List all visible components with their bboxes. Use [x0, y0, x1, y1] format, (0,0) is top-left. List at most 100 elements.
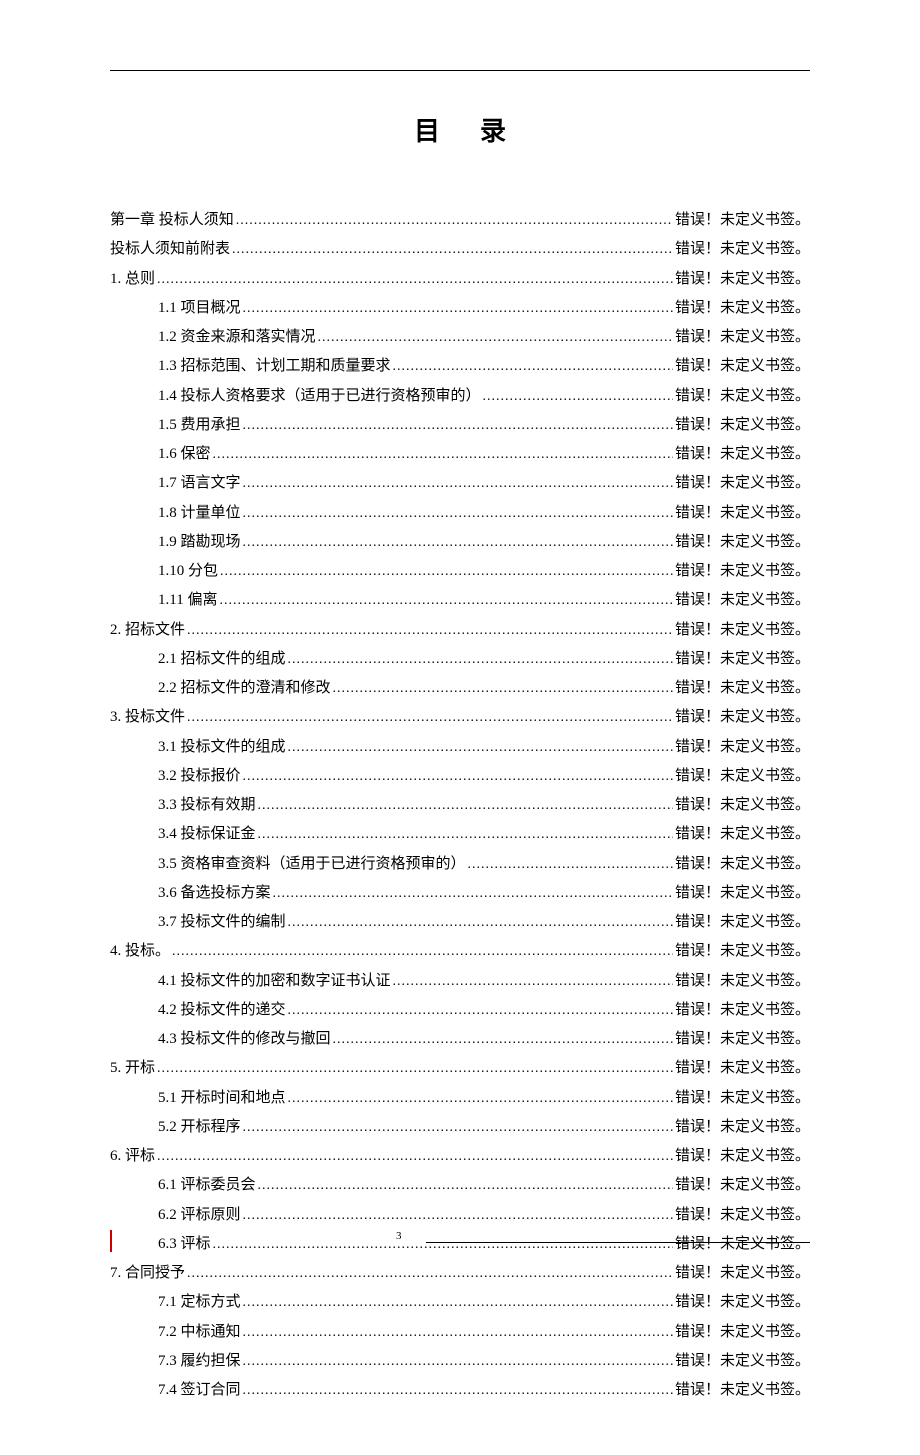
toc-row: 4.3 投标文件的修改与撤回错误！未定义书签。 [110, 1025, 810, 1054]
toc-row: 3.4 投标保证金错误！未定义书签。 [110, 820, 810, 849]
toc-page-ref: 错误！未定义书签。 [675, 294, 810, 323]
toc-page-ref: 错误！未定义书签。 [675, 937, 810, 966]
toc-label: 3.1 投标文件的组成 [158, 733, 286, 762]
page-number: 3 [392, 1230, 406, 1242]
toc-page-ref: 错误！未定义书签。 [675, 616, 810, 645]
toc-leader-dots [187, 616, 673, 645]
toc-page-ref: 错误！未定义书签。 [675, 879, 810, 908]
toc-leader-dots [243, 499, 673, 528]
toc-label: 7. 合同授予 [110, 1259, 185, 1288]
toc-row: 4. 投标。错误！未定义书签。 [110, 937, 810, 966]
toc-leader-dots [243, 1201, 673, 1230]
toc-label: 3.2 投标报价 [158, 762, 241, 791]
toc-label: 3.5 资格审查资料（适用于已进行资格预审的） [158, 850, 466, 879]
toc-page-ref: 错误！未定义书签。 [675, 499, 810, 528]
toc-row: 4.2 投标文件的递交错误！未定义书签。 [110, 996, 810, 1025]
toc-row: 7. 合同授予 错误！未定义书签。 [110, 1259, 810, 1288]
toc-label: 1.11 偏离 [158, 586, 217, 615]
footer-revision-mark [110, 1230, 112, 1252]
toc-leader-dots [243, 1288, 673, 1317]
toc-page-ref: 错误！未定义书签。 [675, 733, 810, 762]
toc-leader-dots [483, 382, 673, 411]
page-footer: 3 [0, 1230, 920, 1252]
toc-page-ref: 错误！未定义书签。 [675, 440, 810, 469]
toc-label: 第一章 投标人须知 [110, 206, 234, 235]
toc-row: 1.6 保密 错误！未定义书签。 [110, 440, 810, 469]
toc-row: 1.7 语言文字 错误！未定义书签。 [110, 469, 810, 498]
toc-row: 1.2 资金来源和落实情况 错误！未定义书签。 [110, 323, 810, 352]
toc-leader-dots [243, 411, 673, 440]
toc-label: 2.1 招标文件的组成 [158, 645, 286, 674]
toc-label: 投标人须知前附表 [110, 235, 230, 264]
toc-row: 1.3 招标范围、计划工期和质量要求错误！未定义书签。 [110, 352, 810, 381]
toc-label: 6.2 评标原则 [158, 1201, 241, 1230]
toc-page-ref: 错误！未定义书签。 [675, 323, 810, 352]
toc-leader-dots [243, 1318, 673, 1347]
toc-row: 3. 投标文件错误！未定义书签。 [110, 703, 810, 732]
toc-leader-dots [236, 206, 673, 235]
toc-leader-dots [393, 967, 673, 996]
toc-leader-dots [157, 1054, 673, 1083]
toc-label: 1.8 计量单位 [158, 499, 241, 528]
toc-page-ref: 错误！未定义书签。 [675, 1259, 810, 1288]
toc-page-ref: 错误！未定义书签。 [675, 1376, 810, 1405]
toc-label: 2.2 招标文件的澄清和修改 [158, 674, 331, 703]
toc-leader-dots [288, 996, 673, 1025]
toc-page-ref: 错误！未定义书签。 [675, 762, 810, 791]
toc-label: 1.1 项目概况 [158, 294, 241, 323]
toc-leader-dots [232, 235, 673, 264]
toc-label: 1.2 资金来源和落实情况 [158, 323, 316, 352]
toc-page-ref: 错误！未定义书签。 [675, 791, 810, 820]
toc-row: 3.3 投标有效期错误！未定义书签。 [110, 791, 810, 820]
page-title: 目录 [110, 111, 810, 148]
toc-row: 1.8 计量单位 错误！未定义书签。 [110, 499, 810, 528]
toc-leader-dots [157, 1142, 673, 1171]
toc-label: 1.6 保密 [158, 440, 211, 469]
toc-row: 3.1 投标文件的组成 错误！未定义书签。 [110, 733, 810, 762]
toc-page-ref: 错误！未定义书签。 [675, 586, 810, 615]
toc-label: 5. 开标 [110, 1054, 155, 1083]
toc-page-ref: 错误！未定义书签。 [675, 967, 810, 996]
toc-page-ref: 错误！未定义书签。 [675, 1347, 810, 1376]
toc-leader-dots [243, 1113, 673, 1142]
footer-rule [426, 1242, 811, 1243]
toc-page-ref: 错误！未定义书签。 [675, 1084, 810, 1113]
toc-label: 4.1 投标文件的加密和数字证书认证 [158, 967, 391, 996]
toc-label: 7.1 定标方式 [158, 1288, 241, 1317]
toc-row: 投标人须知前附表错误！未定义书签。 [110, 235, 810, 264]
toc-page-ref: 错误！未定义书签。 [675, 352, 810, 381]
toc-row: 3.5 资格审查资料（适用于已进行资格预审的） 错误！未定义书签。 [110, 850, 810, 879]
toc-leader-dots [213, 440, 673, 469]
toc-row: 2.1 招标文件的组成错误！未定义书签。 [110, 645, 810, 674]
toc-label: 1.7 语言文字 [158, 469, 241, 498]
toc-page-ref: 错误！未定义书签。 [675, 996, 810, 1025]
toc-label: 4.3 投标文件的修改与撤回 [158, 1025, 331, 1054]
toc-label: 1.4 投标人资格要求（适用于已进行资格预审的） [158, 382, 481, 411]
toc-leader-dots [288, 733, 673, 762]
toc-row: 6.1 评标委员会错误！未定义书签。 [110, 1171, 810, 1200]
toc-row: 5.2 开标程序 错误！未定义书签。 [110, 1113, 810, 1142]
toc-page-ref: 错误！未定义书签。 [675, 1054, 810, 1083]
toc-page-ref: 错误！未定义书签。 [675, 908, 810, 937]
toc-page-ref: 错误！未定义书签。 [675, 469, 810, 498]
toc-label: 1.10 分包 [158, 557, 218, 586]
toc-page-ref: 错误！未定义书签。 [675, 1113, 810, 1142]
toc-leader-dots [258, 791, 673, 820]
toc-label: 5.2 开标程序 [158, 1113, 241, 1142]
toc-leader-dots [243, 1347, 673, 1376]
toc-row: 7.2 中标通知错误！未定义书签。 [110, 1318, 810, 1347]
toc-page-ref: 错误！未定义书签。 [675, 1201, 810, 1230]
toc-page-ref: 错误！未定义书签。 [675, 703, 810, 732]
toc-page-ref: 错误！未定义书签。 [675, 1288, 810, 1317]
toc-leader-dots [273, 879, 673, 908]
top-rule [110, 70, 810, 71]
toc-leader-dots [288, 1084, 673, 1113]
toc-row: 2. 招标文件错误！未定义书签。 [110, 616, 810, 645]
toc-leader-dots [243, 762, 673, 791]
toc-leader-dots [220, 557, 673, 586]
toc-page-ref: 错误！未定义书签。 [675, 528, 810, 557]
toc-label: 6. 评标 [110, 1142, 155, 1171]
toc-row: 1.4 投标人资格要求（适用于已进行资格预审的）错误！未定义书签。 [110, 382, 810, 411]
toc-leader-dots [333, 674, 673, 703]
toc-page-ref: 错误！未定义书签。 [675, 850, 810, 879]
